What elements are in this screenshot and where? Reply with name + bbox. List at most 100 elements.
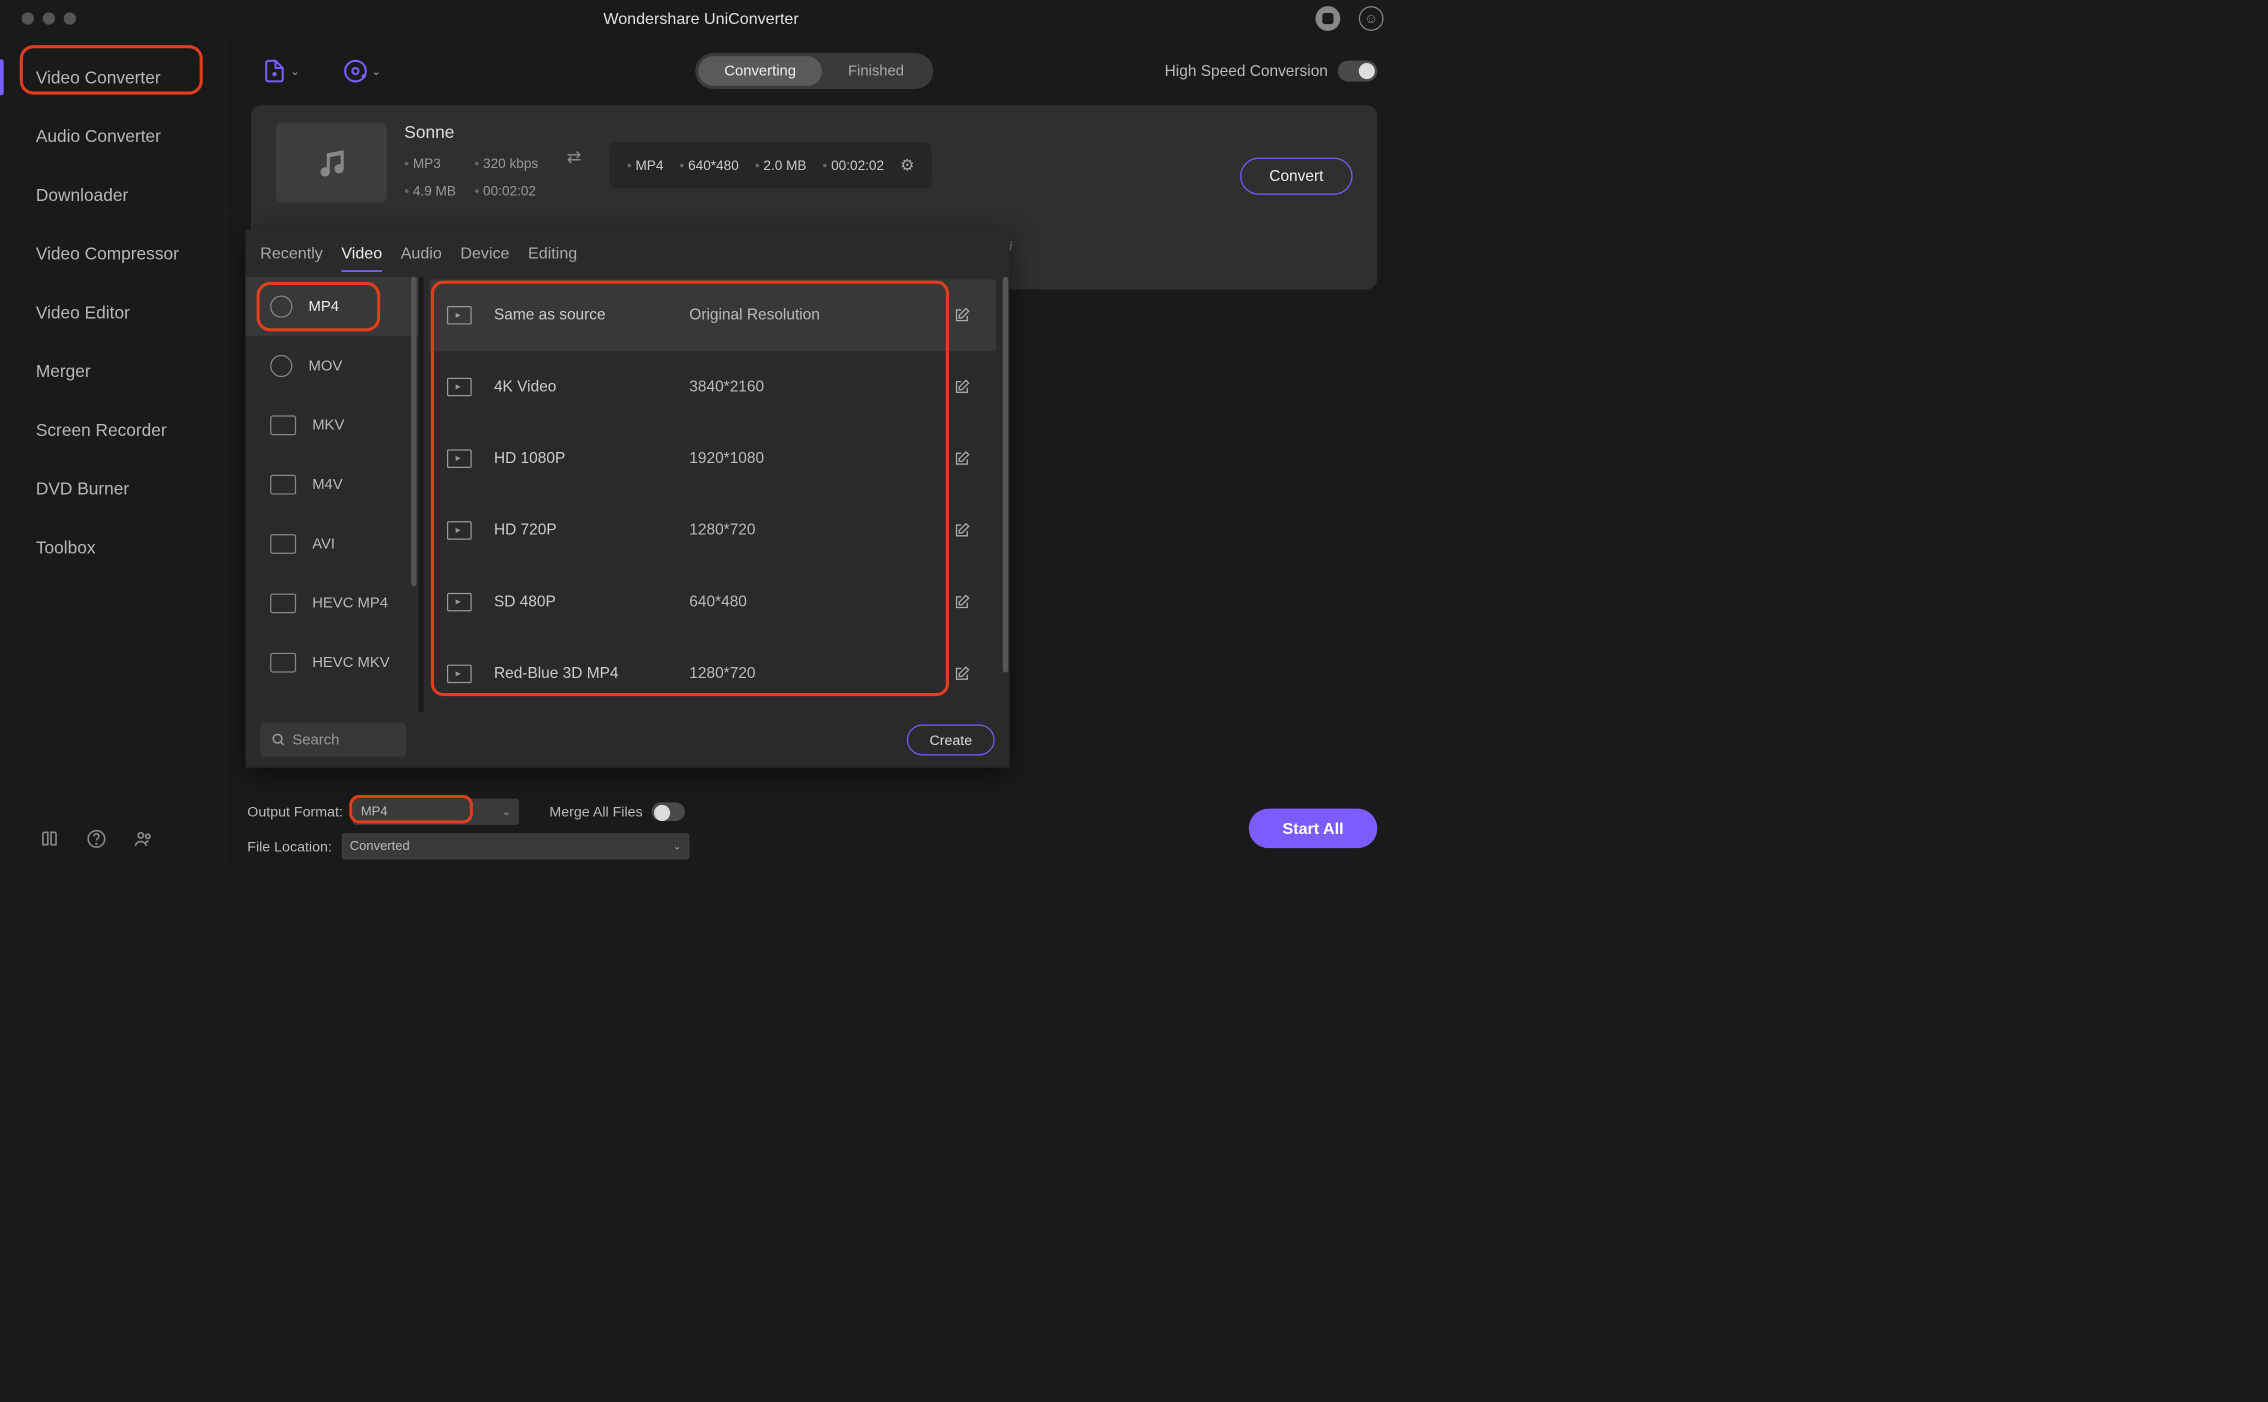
src-format: MP3 <box>404 156 456 172</box>
chevron-down-icon: ⌄ <box>502 806 510 818</box>
format-mov[interactable]: MOV <box>245 336 418 395</box>
create-button[interactable]: Create <box>907 725 995 756</box>
src-bitrate: 320 kbps <box>474 156 538 172</box>
search-icon <box>271 733 286 748</box>
file-location-dropdown[interactable]: Converted ⌄ <box>342 833 689 859</box>
format-icon <box>270 593 296 613</box>
format-m4v[interactable]: M4V <box>245 455 418 514</box>
traffic-lights <box>22 12 76 24</box>
edit-icon[interactable] <box>954 522 970 538</box>
sidebar-item-video-converter[interactable]: Video Converter <box>0 48 226 107</box>
convert-button[interactable]: Convert <box>1240 158 1353 195</box>
chevron-down-icon: ⌄ <box>372 65 381 78</box>
preset-1080p[interactable]: HD 1080P 1920*1080 <box>430 423 996 495</box>
sidebar-item-merger[interactable]: Merger <box>0 342 226 401</box>
preset-720p[interactable]: HD 720P 1280*720 <box>430 495 996 567</box>
add-dvd-button[interactable]: ⌄ <box>343 59 381 84</box>
video-icon <box>447 377 472 396</box>
add-file-button[interactable]: ⌄ <box>262 59 300 84</box>
format-mkv[interactable]: MKV <box>245 396 418 455</box>
preset-same-as-source[interactable]: Same as source Original Resolution <box>430 279 996 351</box>
format-tabs: Recently Video Audio Device Editing <box>245 230 1009 277</box>
output-format-dropdown[interactable]: MP4 ⌄ <box>353 799 519 825</box>
output-settings-box[interactable]: MP4 640*480 2.0 MB 00:02:02 ⚙ <box>610 142 932 188</box>
preset-panel: Same as source Original Resolution 4K Vi… <box>423 277 1009 712</box>
title-bar: Wondershare UniConverter ☺ <box>0 0 1402 37</box>
swap-icon[interactable]: ⇄ <box>567 147 582 167</box>
format-popover: Recently Video Audio Device Editing MP4 … <box>245 230 1009 768</box>
chevron-down-icon: ⌄ <box>673 840 681 852</box>
sidebar-item-downloader[interactable]: Downloader <box>0 166 226 225</box>
format-hevc-mkv[interactable]: HEVC MKV <box>245 633 418 692</box>
window-title: Wondershare UniConverter <box>603 9 798 28</box>
scrollbar[interactable] <box>411 277 417 586</box>
output-format-label: Output Format: <box>247 803 343 820</box>
edit-icon[interactable] <box>954 450 970 466</box>
edit-icon[interactable] <box>954 307 970 323</box>
tab-recently[interactable]: Recently <box>260 244 323 272</box>
tab-audio[interactable]: Audio <box>401 244 442 272</box>
format-hevc-mp4[interactable]: HEVC MP4 <box>245 574 418 633</box>
dst-size: 2.0 MB <box>755 157 807 173</box>
sidebar: Video Converter Audio Converter Download… <box>0 37 226 867</box>
tab-device[interactable]: Device <box>460 244 509 272</box>
file-location-label: File Location: <box>247 838 332 855</box>
dst-resolution: 640*480 <box>680 157 739 173</box>
video-icon <box>447 521 472 540</box>
format-icon <box>270 295 292 317</box>
sidebar-item-video-compressor[interactable]: Video Compressor <box>0 224 226 283</box>
video-icon <box>447 306 472 325</box>
minimize-window[interactable] <box>43 12 55 24</box>
src-size: 4.9 MB <box>404 183 456 199</box>
dst-duration: 00:02:02 <box>823 157 884 173</box>
merge-all-toggle[interactable] <box>651 802 684 821</box>
format-icon <box>270 534 296 554</box>
preset-redblue-3d[interactable]: Red-Blue 3D MP4 1280*720 <box>430 638 996 710</box>
format-avi[interactable]: AVI <box>245 514 418 573</box>
sidebar-item-video-editor[interactable]: Video Editor <box>0 283 226 342</box>
format-icon <box>270 415 296 435</box>
dst-format: MP4 <box>627 157 664 173</box>
edit-icon[interactable] <box>954 665 970 681</box>
tab-video[interactable]: Video <box>341 244 382 272</box>
search-input[interactable]: Search <box>260 723 406 756</box>
video-icon <box>447 664 472 683</box>
preset-4k[interactable]: 4K Video 3840*2160 <box>430 351 996 423</box>
maximize-window[interactable] <box>64 12 76 24</box>
account-icon[interactable] <box>1316 6 1341 31</box>
high-speed-label: High Speed Conversion <box>1165 62 1328 80</box>
format-icon <box>270 653 296 673</box>
chevron-down-icon: ⌄ <box>291 65 300 78</box>
close-window[interactable] <box>22 12 34 24</box>
merge-label: Merge All Files <box>549 803 642 820</box>
tab-converting[interactable]: Converting <box>698 56 822 86</box>
sidebar-item-audio-converter[interactable]: Audio Converter <box>0 107 226 166</box>
high-speed-toggle-group: High Speed Conversion <box>1165 61 1378 82</box>
tutorial-icon[interactable] <box>38 828 60 850</box>
video-icon <box>447 593 472 612</box>
edit-icon[interactable] <box>954 594 970 610</box>
bottom-bar: Output Format: MP4 ⌄ Merge All Files Fil… <box>247 799 1377 860</box>
gear-icon[interactable]: ⚙ <box>900 156 914 175</box>
status-segment: Converting Finished <box>695 53 933 89</box>
sidebar-item-screen-recorder[interactable]: Screen Recorder <box>0 401 226 460</box>
format-mp4[interactable]: MP4 <box>245 277 418 336</box>
file-thumbnail[interactable] <box>276 122 387 202</box>
start-all-button[interactable]: Start All <box>1249 809 1378 849</box>
community-icon[interactable] <box>132 828 154 850</box>
preset-480p[interactable]: SD 480P 640*480 <box>430 566 996 638</box>
format-icon <box>270 355 292 377</box>
tab-editing[interactable]: Editing <box>528 244 577 272</box>
edit-icon[interactable] <box>954 379 970 395</box>
scrollbar[interactable] <box>1003 277 1009 673</box>
feedback-icon[interactable]: ☺ <box>1359 6 1384 31</box>
help-icon[interactable] <box>85 828 107 850</box>
format-icon <box>270 475 296 495</box>
sidebar-item-dvd-burner[interactable]: DVD Burner <box>0 459 226 518</box>
sidebar-label: Video Converter <box>36 68 161 88</box>
tab-finished[interactable]: Finished <box>822 56 930 86</box>
video-icon <box>447 449 472 468</box>
high-speed-toggle[interactable] <box>1338 61 1378 82</box>
sidebar-item-toolbox[interactable]: Toolbox <box>0 518 226 577</box>
merge-all-group: Merge All Files <box>549 802 684 821</box>
